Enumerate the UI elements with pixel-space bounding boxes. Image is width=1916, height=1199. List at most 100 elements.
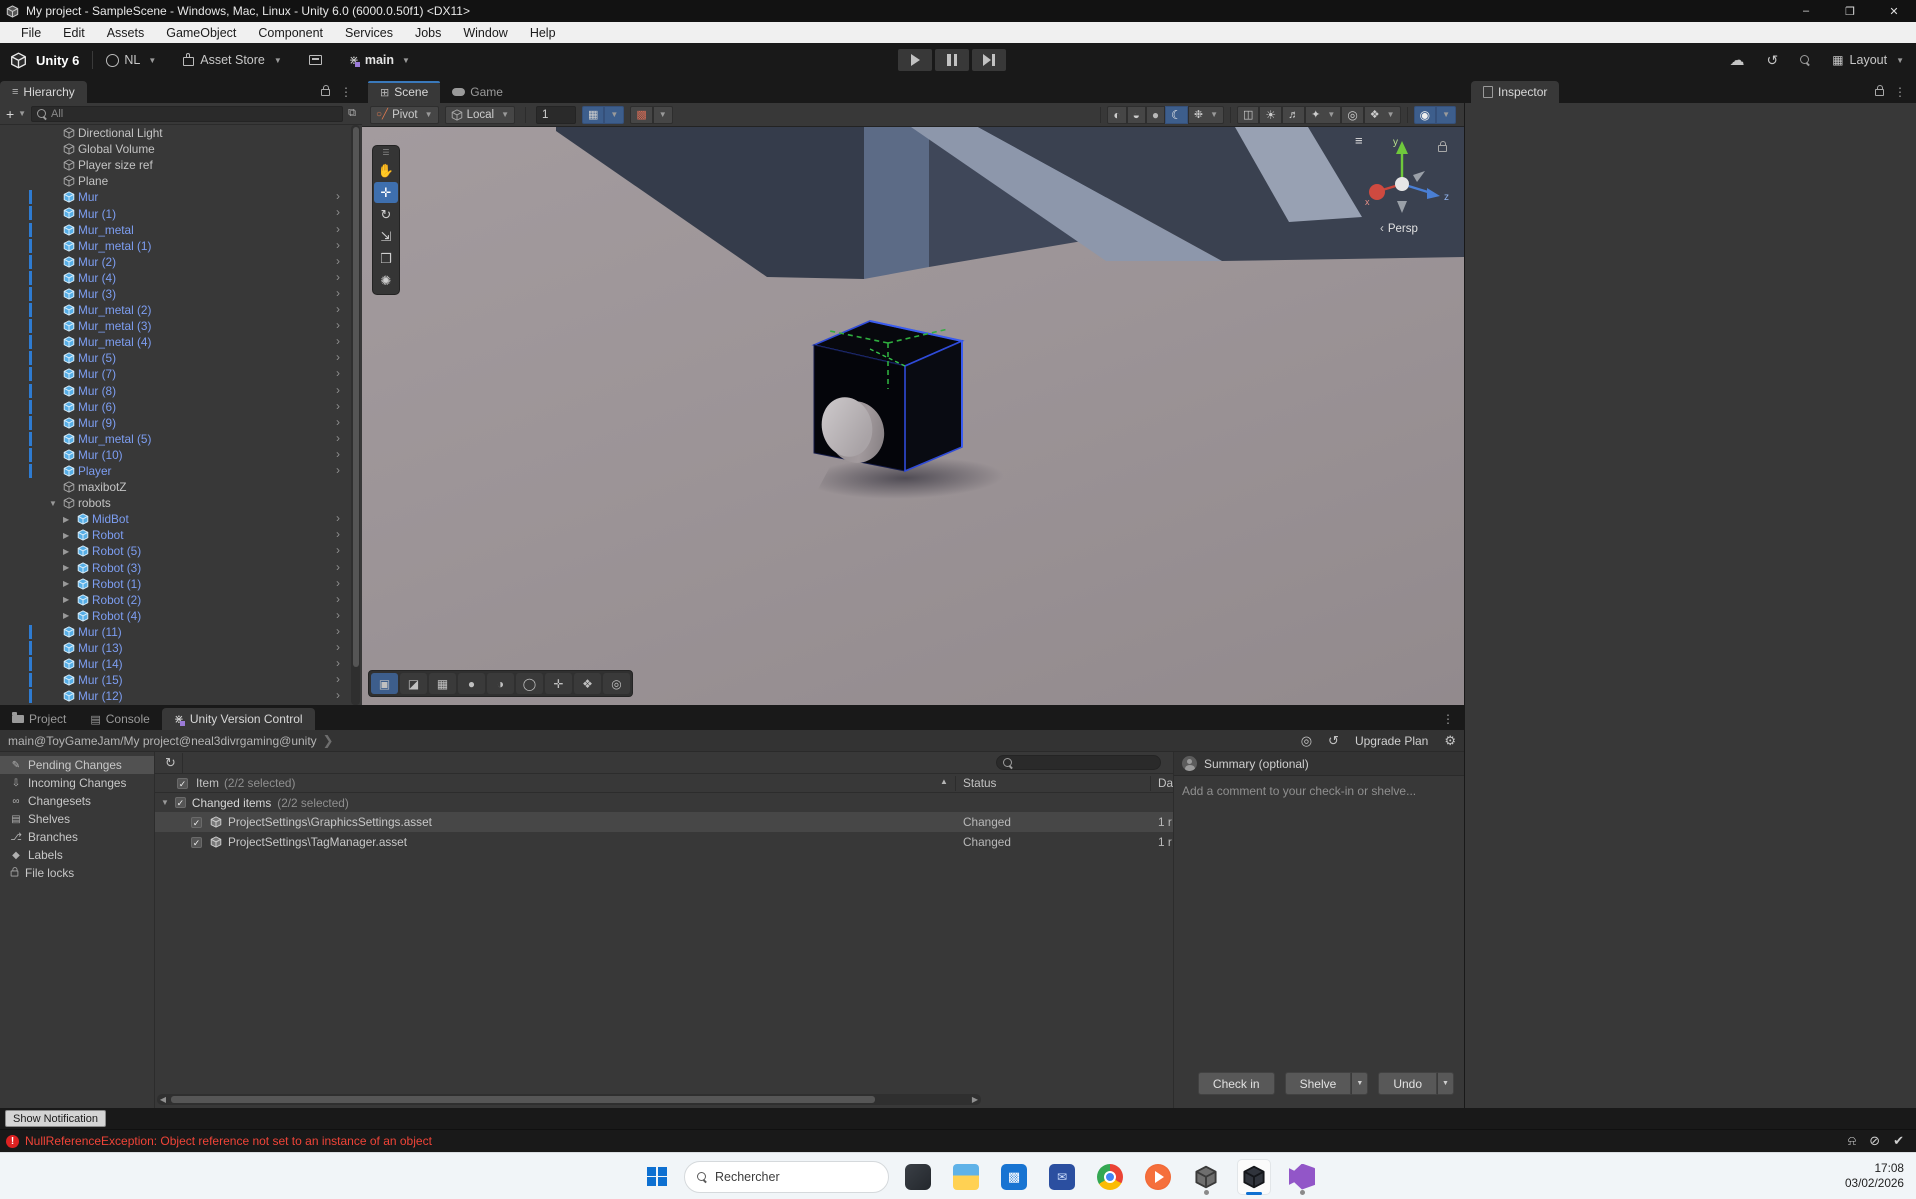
changed-file-row[interactable]: ✓ ProjectSettings\GraphicsSettings.asset C… — [155, 812, 1173, 832]
scene-viewport[interactable]: ☰ ✋ ✛ ↻ ⇲ ❒ ✺ ▣ ◪ ▦ ● ◑ ◯ ✛ ❖ ◎ ≡ y z x … — [362, 127, 1464, 705]
taskbar-app-widgets[interactable] — [899, 1157, 937, 1197]
menu-jobs[interactable]: Jobs — [404, 22, 452, 43]
expand-arrow-icon[interactable]: ▼ — [49, 499, 57, 508]
tab-version-control[interactable]: ⋇ Unity Version Control — [161, 708, 315, 730]
open-prefab-chevron-icon[interactable]: › — [336, 560, 340, 574]
vcs-nav-file-locks[interactable]: File locks — [0, 864, 154, 882]
open-prefab-chevron-icon[interactable]: › — [336, 447, 340, 461]
menu-help[interactable]: Help — [519, 22, 567, 43]
rect-tool-button[interactable]: ❒ — [374, 248, 398, 269]
hierarchy-item[interactable]: Mur (14) › — [0, 656, 362, 672]
hierarchy-item[interactable]: Directional Light — [0, 125, 362, 141]
vcs-search-input[interactable] — [996, 755, 1161, 770]
notifications-muted-icon[interactable]: ⍾ — [1848, 1133, 1857, 1149]
snap-settings-toggle[interactable]: ▩ — [630, 105, 653, 124]
overlay-handle[interactable]: ☰ — [382, 149, 389, 157]
maximize-button[interactable]: ❐ — [1828, 0, 1872, 22]
pause-button[interactable] — [935, 49, 969, 71]
sphere-button[interactable]: ● — [458, 673, 485, 694]
hierarchy-item[interactable]: Mur (2) › — [0, 254, 362, 270]
snap-increment-field[interactable]: 1 — [535, 105, 576, 124]
sort-asc-icon[interactable]: ▲ — [940, 777, 948, 786]
hierarchy-item[interactable]: Plane — [0, 173, 362, 189]
grid-snap-toggle[interactable]: ▦ — [581, 105, 605, 124]
hierarchy-item[interactable]: Player › — [0, 463, 362, 479]
vcs-nav-pending-changes[interactable]: ✎ Pending Changes — [0, 756, 154, 774]
status-column-header[interactable]: Status — [963, 776, 996, 790]
history-icon[interactable]: ↺ — [1766, 52, 1778, 69]
open-prefab-chevron-icon[interactable]: › — [336, 383, 340, 397]
hierarchy-search-input[interactable]: All — [31, 105, 344, 122]
tab-project[interactable]: Project — [0, 708, 78, 730]
lock-icon[interactable] — [1875, 84, 1884, 96]
monitor-button[interactable]: ◪ — [400, 673, 427, 694]
open-prefab-chevron-icon[interactable]: › — [336, 366, 340, 380]
open-prefab-chevron-icon[interactable]: › — [336, 254, 340, 268]
hierarchy-item[interactable]: ▶ Robot (4) › — [0, 608, 362, 624]
taskbar-clock[interactable]: 17:08 03/02/2026 — [1845, 1161, 1904, 1191]
start-button[interactable] — [640, 1160, 674, 1194]
expand-arrow-icon[interactable]: ▶ — [63, 611, 69, 620]
step-button[interactable] — [972, 49, 1006, 71]
taskbar-app-visual-studio[interactable] — [1283, 1157, 1321, 1197]
open-prefab-chevron-icon[interactable]: › — [336, 415, 340, 429]
branch-dropdown[interactable]: ⋇ main ▼ — [349, 53, 410, 67]
taskbar-app-unity-hub[interactable] — [1187, 1157, 1225, 1197]
taskbar-app-explorer[interactable] — [947, 1157, 985, 1197]
hierarchy-item[interactable]: Mur › — [0, 189, 362, 205]
cloud-icon[interactable]: ☁ — [1729, 51, 1744, 69]
table-header[interactable]: ✓ Item (2/2 selected) ▲ Status Da — [155, 774, 1173, 793]
open-prefab-chevron-icon[interactable]: › — [336, 640, 340, 654]
hierarchy-item[interactable]: ▶ Robot › — [0, 527, 362, 543]
collapse-arrow-icon[interactable]: ▼ — [161, 798, 169, 807]
tab-scene[interactable]: ⊞ Scene — [368, 81, 441, 103]
file-checkbox[interactable]: ✓ — [191, 836, 202, 848]
package-manager-icon[interactable] — [308, 55, 322, 65]
open-prefab-chevron-icon[interactable]: › — [336, 205, 340, 219]
shaded-wireframe-mode-button[interactable]: ◐ — [1107, 105, 1127, 124]
scale-tool-button[interactable]: ⇲ — [374, 226, 398, 247]
open-prefab-chevron-icon[interactable]: › — [336, 543, 340, 557]
expand-arrow-icon[interactable]: ▶ — [63, 547, 69, 556]
hierarchy-item[interactable]: ▶ MidBot › — [0, 511, 362, 527]
vcs-nav-branches[interactable]: ⎇ Branches — [0, 828, 154, 846]
asset-store-dropdown[interactable]: Asset Store ▼ — [183, 53, 282, 67]
select-all-checkbox[interactable]: ✓ — [177, 777, 188, 789]
view-mode-icon[interactable]: ◎ — [1301, 733, 1312, 749]
undo-dropdown[interactable]: ▼ — [1437, 1072, 1454, 1095]
refresh-button[interactable]: ↻ — [159, 752, 183, 773]
open-prefab-chevron-icon[interactable]: › — [336, 270, 340, 284]
shaded-mode-button[interactable]: ◒ — [1126, 105, 1146, 124]
open-prefab-chevron-icon[interactable]: › — [336, 334, 340, 348]
open-prefab-chevron-icon[interactable]: › — [336, 399, 340, 413]
open-prefab-chevron-icon[interactable]: › — [336, 527, 340, 541]
hierarchy-item[interactable]: ▶ Robot (2) › — [0, 592, 362, 608]
item-column-header[interactable]: Item — [196, 776, 219, 790]
gizmos-toggle[interactable]: ◉ — [1413, 105, 1437, 124]
close-button[interactable]: ✕ — [1872, 0, 1916, 22]
hierarchy-item[interactable]: Mur_metal › — [0, 222, 362, 238]
hierarchy-item[interactable]: Mur (7) › — [0, 366, 362, 382]
changed-file-row[interactable]: ✓ ProjectSettings\TagManager.asset Changed… — [155, 832, 1173, 852]
taskbar-search[interactable]: Rechercher — [684, 1160, 889, 1193]
expand-arrow-icon[interactable]: ▶ — [63, 563, 69, 572]
open-prefab-chevron-icon[interactable]: › — [336, 592, 340, 606]
hierarchy-item[interactable]: Mur (3) › — [0, 286, 362, 302]
hierarchy-item[interactable]: ▶ Robot (1) › — [0, 576, 362, 592]
tab-inspector[interactable]: Inspector — [1471, 81, 1560, 103]
grid-snap-dropdown[interactable]: ▼ — [604, 105, 625, 124]
hierarchy-item[interactable]: Player size ref — [0, 157, 362, 173]
scene-visibility-toggle[interactable]: ◎ — [1341, 105, 1364, 124]
menu-assets[interactable]: Assets — [96, 22, 156, 43]
hierarchy-item[interactable]: Mur (9) › — [0, 415, 362, 431]
menu-edit[interactable]: Edit — [52, 22, 96, 43]
taskbar-app-store[interactable]: ▩ — [995, 1157, 1033, 1197]
taskbar-app-mail[interactable]: ✉ — [1043, 1157, 1081, 1197]
hierarchy-item[interactable]: Mur (12) › — [0, 688, 362, 704]
expand-arrow-icon[interactable]: ▶ — [63, 515, 69, 524]
camera-button[interactable]: ❖ — [574, 673, 601, 694]
hierarchy-item[interactable]: Mur (15) › — [0, 672, 362, 688]
open-prefab-chevron-icon[interactable]: › — [336, 238, 340, 252]
hierarchy-item[interactable]: Mur_metal (2) › — [0, 302, 362, 318]
taskbar-app-unity-editor[interactable] — [1235, 1157, 1273, 1197]
